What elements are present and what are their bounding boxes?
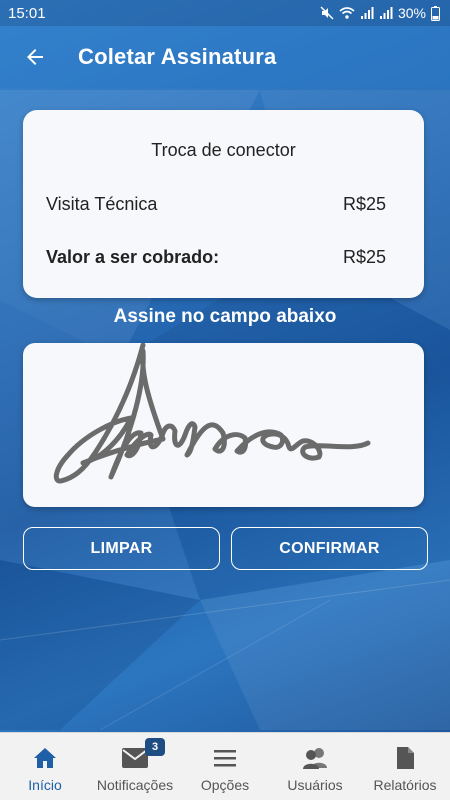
signature-stroke xyxy=(53,343,371,484)
nav-item-usuarios[interactable]: Usuários xyxy=(270,733,360,800)
nav-label: Usuários xyxy=(287,777,343,793)
arrow-left-icon xyxy=(27,49,43,65)
nav-label: Notificações xyxy=(96,777,174,793)
status-icons: 30% xyxy=(320,5,440,21)
nav-label: Relatórios xyxy=(373,777,437,793)
mute-icon xyxy=(320,6,334,20)
confirm-button[interactable]: CONFIRMAR xyxy=(231,527,428,570)
summary-row-label: Visita Técnica xyxy=(46,194,158,214)
status-bar: 15:01 30% xyxy=(0,0,450,26)
signal-icon-2 xyxy=(379,7,393,19)
wifi-icon xyxy=(339,7,355,19)
signal-icon xyxy=(360,7,374,19)
clear-button[interactable]: LIMPAR xyxy=(23,527,220,570)
page-title: Coletar Assinatura xyxy=(78,44,277,69)
nav-item-notificacoes[interactable]: 3 Notificações xyxy=(90,733,180,800)
nav-label: Opções xyxy=(200,777,250,793)
summary-row-total: Valor a ser cobrado: R$25 xyxy=(46,247,386,268)
notification-badge: 3 xyxy=(145,738,165,756)
total-label: Valor a ser cobrado: xyxy=(46,247,220,267)
signature-pad[interactable] xyxy=(23,343,424,507)
battery-percent: 30% xyxy=(397,5,426,21)
bottom-nav: Início 3 Notificações Opções Usuários Re… xyxy=(0,732,450,800)
status-time: 15:01 xyxy=(8,4,46,22)
document-icon xyxy=(395,745,415,771)
battery-icon xyxy=(431,5,440,21)
total-value: R$25 xyxy=(342,247,386,267)
nav-item-relatorios[interactable]: Relatórios xyxy=(360,733,450,800)
nav-item-opcoes[interactable]: Opções xyxy=(180,733,270,800)
service-name: Troca de conector xyxy=(151,140,296,160)
menu-icon xyxy=(213,745,237,771)
back-button[interactable] xyxy=(0,26,70,88)
app-bar: Coletar Assinatura xyxy=(0,26,450,88)
users-icon xyxy=(301,745,329,771)
mail-icon: 3 xyxy=(121,738,165,771)
service-summary-card: Troca de conector Visita Técnica R$25 Va… xyxy=(23,110,424,298)
summary-row-visit: Visita Técnica R$25 xyxy=(46,194,386,215)
home-icon xyxy=(32,745,58,771)
sign-instruction: Assine no campo abaixo xyxy=(113,306,337,327)
nav-label: Início xyxy=(28,777,62,793)
nav-item-inicio[interactable]: Início xyxy=(0,733,90,800)
summary-row-value: R$25 xyxy=(342,194,386,214)
